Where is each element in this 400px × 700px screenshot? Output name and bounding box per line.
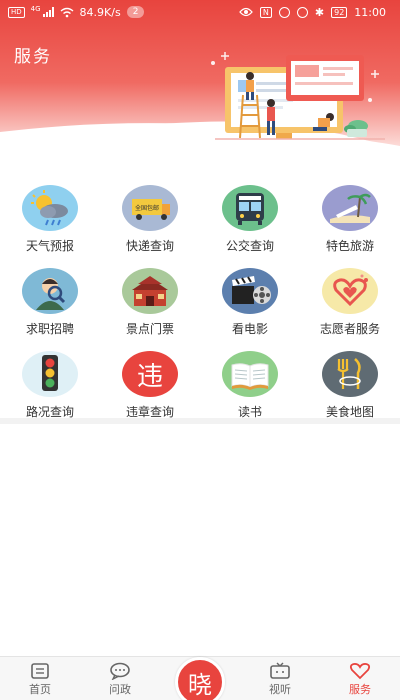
tab-label: 视听 <box>269 683 291 696</box>
tab-label: 问政 <box>109 683 131 696</box>
service-bus[interactable]: 公交查询 <box>200 185 300 254</box>
tv-icon <box>270 662 290 679</box>
notification-count: 2 <box>126 6 145 18</box>
service-delivery[interactable]: 全国包邮 快递查询 <box>100 185 200 254</box>
status-time: 11:00 <box>354 5 386 19</box>
tab-video[interactable]: 视听 <box>240 657 320 700</box>
bus-icon <box>222 185 278 231</box>
service-label: 公交查询 <box>225 239 274 253</box>
wifi-icon <box>60 7 73 17</box>
bluetooth-icon: ✱ <box>314 5 325 19</box>
job-icon <box>22 268 78 314</box>
book-icon <box>222 351 278 397</box>
service-label: 景点门票 <box>125 322 174 336</box>
heart-icon <box>349 663 371 680</box>
tab-home[interactable]: 首页 <box>0 657 80 700</box>
service-grid: 天气预报 全国包邮 快递查询 公交查询 特色旅游 求职招聘 景点门票 看电影 志… <box>0 185 400 420</box>
battery-level: 92 <box>331 6 348 18</box>
center-logo-char: 晓 <box>188 670 212 699</box>
heart-hands-icon <box>322 268 378 314</box>
section-divider <box>0 418 400 424</box>
service-weather[interactable]: 天气预报 <box>0 185 100 254</box>
tab-service[interactable]: 服务 <box>320 657 400 700</box>
service-job[interactable]: 求职招聘 <box>0 268 100 337</box>
traffic-light-icon <box>22 351 78 397</box>
service-label: 天气预报 <box>25 239 74 253</box>
eye-icon <box>239 7 253 17</box>
violation-char: 违 <box>136 361 163 392</box>
service-violation[interactable]: 违 违章查询 <box>100 351 200 420</box>
service-screen: 服务 HD 4G 84.9K/s 2 N ✱ 92 11:00 天气预报 全国包… <box>0 0 400 700</box>
center-logo-button[interactable]: 晓 <box>175 657 225 700</box>
violation-icon: 违 <box>122 351 178 397</box>
network-label: 4G <box>30 5 41 13</box>
hd-badge: HD <box>8 6 25 18</box>
service-reading[interactable]: 读书 <box>200 351 300 420</box>
service-food[interactable]: 美食地图 <box>300 351 400 420</box>
nfc-icon: N <box>259 6 272 18</box>
service-tickets[interactable]: 景点门票 <box>100 268 200 337</box>
gate-icon <box>122 268 178 314</box>
alarm-icon <box>296 6 308 18</box>
signal-icon <box>42 7 54 17</box>
service-label: 志愿者服务 <box>319 322 380 336</box>
film-clapper-icon <box>222 268 278 314</box>
page-title: 服务 <box>14 47 52 67</box>
travel-icon <box>322 185 378 231</box>
header-banner: 服务 <box>0 0 400 175</box>
service-movie[interactable]: 看电影 <box>200 268 300 337</box>
chat-bubble-icon <box>110 662 130 680</box>
tab-label: 服务 <box>349 683 371 696</box>
truck-text: 全国包邮 <box>135 204 159 212</box>
service-label: 快递查询 <box>125 239 174 253</box>
network-speed: 84.9K/s <box>79 5 121 19</box>
banner-illustration <box>0 0 400 175</box>
service-travel[interactable]: 特色旅游 <box>300 185 400 254</box>
service-volunteer[interactable]: 志愿者服务 <box>300 268 400 337</box>
service-traffic[interactable]: 路况查询 <box>0 351 100 420</box>
service-label: 求职招聘 <box>25 322 74 336</box>
status-bar: HD 4G 84.9K/s 2 N ✱ 92 11:00 <box>0 0 400 24</box>
delivery-truck-icon: 全国包邮 <box>122 185 178 231</box>
cutlery-icon <box>322 351 378 397</box>
weather-icon <box>22 185 78 231</box>
service-label: 特色旅游 <box>325 239 374 253</box>
tab-inquiry[interactable]: 问政 <box>80 657 160 700</box>
vibrate-icon <box>278 6 290 18</box>
service-label: 看电影 <box>231 322 268 336</box>
tab-label: 首页 <box>29 683 51 696</box>
home-book-icon <box>31 663 49 679</box>
